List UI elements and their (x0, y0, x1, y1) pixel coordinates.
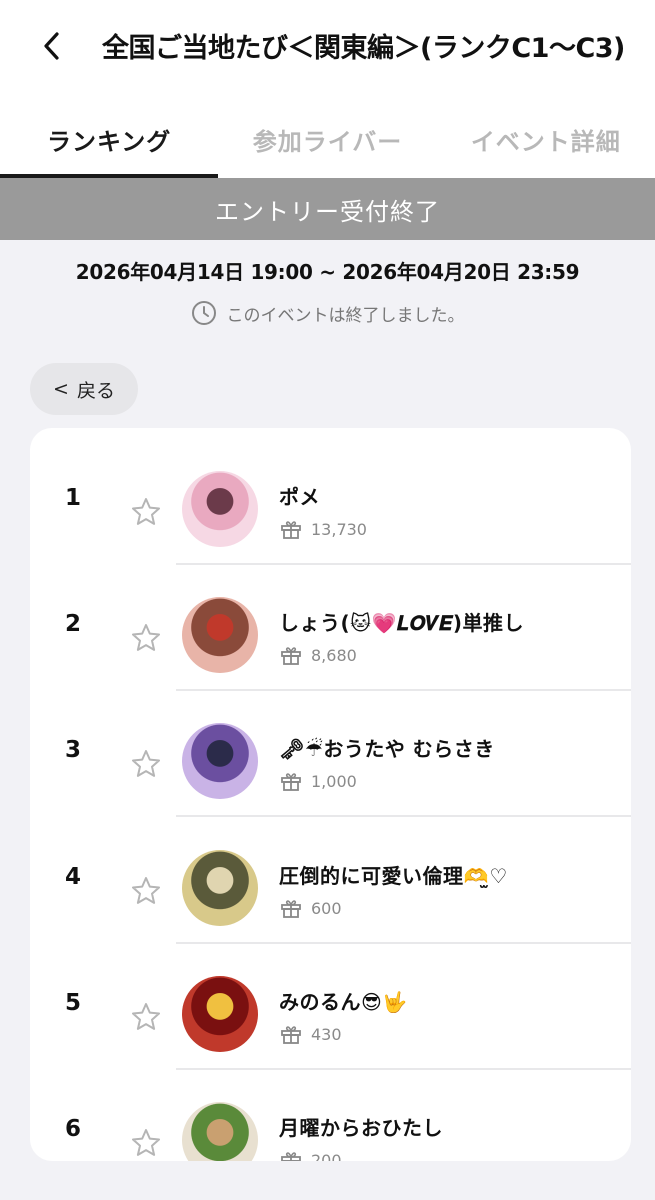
points-value: 200 (311, 1150, 342, 1162)
gift-points: 200 (279, 1148, 342, 1161)
liver-name[interactable]: ポメ (279, 481, 320, 510)
clock-icon (191, 301, 216, 325)
tab-event-details[interactable]: イベント詳細 (437, 100, 655, 178)
liver-name[interactable]: しょう(🐱💗𝑳𝑶𝑽𝑬)単推し (279, 607, 524, 636)
ranking-row[interactable]: 6 月曜からおひたし 200 (30, 1070, 631, 1161)
rank-number: 3 (64, 737, 81, 763)
gift-points: 600 (279, 896, 342, 920)
avatar[interactable] (182, 723, 258, 799)
ranking-row[interactable]: 3 🗝☔おうたや むらさき 1,000 (30, 691, 631, 817)
gift-icon (281, 647, 301, 665)
tab-participants[interactable]: 参加ライバー (218, 100, 436, 178)
back-button[interactable] (30, 22, 74, 70)
avatar[interactable] (182, 976, 258, 1052)
ended-notice-text: このイベントは終了しました。 (226, 305, 465, 326)
gift-icon (281, 521, 301, 539)
row-divider (176, 815, 631, 817)
gift-points: 13,730 (279, 517, 367, 541)
favorite-star-icon[interactable] (130, 622, 162, 654)
gift-icon (281, 1026, 301, 1044)
avatar[interactable] (182, 471, 258, 547)
gift-points: 430 (279, 1022, 342, 1046)
points-value: 600 (311, 898, 342, 918)
avatar[interactable] (182, 1102, 258, 1161)
favorite-star-icon[interactable] (130, 1127, 162, 1159)
ranking-row[interactable]: 2 しょう(🐱💗𝑳𝑶𝑽𝑬)単推し 8,680 (30, 565, 631, 691)
event-ended-notice: このイベントは終了しました。 (0, 300, 655, 326)
liver-name[interactable]: 圧倒的に可愛い倫理🫶̫♡ (279, 860, 508, 889)
liver-name[interactable]: 🗝☔おうたや むらさき (279, 733, 495, 762)
return-chevron: < (53, 378, 69, 400)
gift-points: 1,000 (279, 769, 357, 793)
chevron-left-icon (44, 32, 59, 60)
tab-ranking[interactable]: ランキング (0, 100, 219, 178)
ranking-row[interactable]: 5 みのるん😎🤟 430 (30, 944, 631, 1070)
entry-status-banner: エントリー受付終了 (0, 178, 655, 240)
avatar[interactable] (182, 850, 258, 926)
favorite-star-icon[interactable] (130, 496, 162, 528)
event-period: 2026年04月14日 19:00 ~ 2026年04月20日 23:59 (75, 260, 580, 284)
rank-number: 1 (64, 485, 81, 511)
favorite-star-icon[interactable] (130, 875, 162, 907)
points-value: 1,000 (311, 771, 357, 791)
liver-name[interactable]: みのるん😎🤟 (279, 986, 408, 1015)
liver-name[interactable]: 月曜からおひたし (279, 1112, 443, 1141)
rank-number: 4 (64, 864, 81, 890)
gift-icon (281, 1152, 301, 1161)
app-header: 全国ご当地たび＜関東編＞(ランクC1〜C3) (0, 0, 655, 100)
tab-bar: ランキング 参加ライバー イベント詳細 (0, 100, 655, 178)
rank-number: 5 (64, 990, 81, 1016)
return-label: 戻る (76, 379, 115, 402)
rank-number: 2 (64, 611, 81, 637)
return-button[interactable]: < 戻る (30, 363, 138, 415)
favorite-star-icon[interactable] (130, 748, 162, 780)
ranking-row[interactable]: 1 ポメ 13,730 (30, 439, 631, 565)
ranking-list: 1 ポメ 13,730 2 しょう(🐱💗𝑳𝑶𝑽𝑬)単推し 8,680 3 🗝☔おうたや むらさ… (30, 428, 631, 1161)
gift-points: 8,680 (279, 643, 357, 667)
avatar[interactable] (182, 597, 258, 673)
page-title: 全国ご当地たび＜関東編＞(ランクC1〜C3) (102, 33, 625, 64)
rank-number: 6 (64, 1116, 81, 1142)
favorite-star-icon[interactable] (130, 1001, 162, 1033)
gift-icon (281, 900, 301, 918)
gift-icon (281, 773, 301, 791)
points-value: 13,730 (311, 519, 367, 539)
ranking-row[interactable]: 4 圧倒的に可愛い倫理🫶̫♡ 600 (30, 818, 631, 944)
points-value: 430 (311, 1024, 342, 1044)
points-value: 8,680 (311, 645, 357, 665)
